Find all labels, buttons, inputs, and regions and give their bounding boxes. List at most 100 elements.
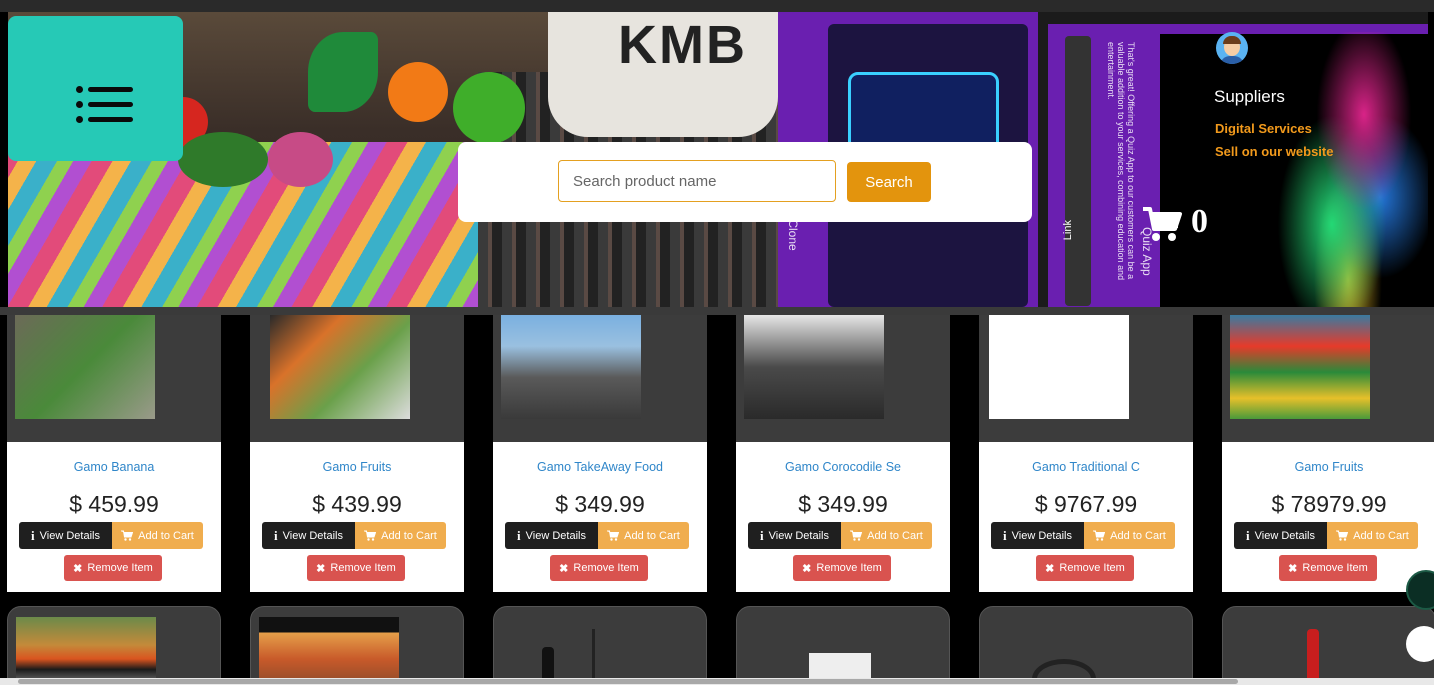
horizontal-scrollbar[interactable] bbox=[0, 678, 1434, 685]
product-image[interactable] bbox=[15, 315, 155, 419]
add-to-cart-button[interactable]: Add to Cart bbox=[355, 522, 446, 549]
helper-widget-icon[interactable] bbox=[1406, 626, 1434, 662]
view-details-button[interactable]: i View Details bbox=[1234, 522, 1327, 549]
remove-item-button[interactable]: ✖ Remove Item bbox=[550, 555, 648, 581]
add-to-cart-button[interactable]: Add to Cart bbox=[1084, 522, 1175, 549]
product-image[interactable] bbox=[1307, 629, 1319, 679]
product-price: $ 78979.99 bbox=[1271, 491, 1387, 517]
close-icon: ✖ bbox=[1288, 562, 1298, 575]
cart-count: 0 bbox=[1191, 203, 1208, 240]
list-icon-dot bbox=[76, 86, 83, 93]
add-to-cart-label: Add to Cart bbox=[381, 529, 437, 542]
product-card[interactable] bbox=[1222, 606, 1434, 685]
apple-image bbox=[453, 72, 525, 144]
remove-item-button[interactable]: ✖ Remove Item bbox=[793, 555, 891, 581]
product-card[interactable]: Gamo Corocodile Se $ 349.99 i View Details A… bbox=[736, 315, 950, 592]
remove-item-button[interactable]: ✖ Remove Item bbox=[1279, 555, 1377, 581]
list-icon-dot bbox=[76, 101, 83, 108]
remove-item-label: Remove Item bbox=[87, 562, 153, 574]
product-card[interactable] bbox=[979, 606, 1193, 685]
product-image[interactable] bbox=[259, 617, 399, 684]
product-card[interactable] bbox=[250, 606, 464, 685]
remove-item-button[interactable]: ✖ Remove Item bbox=[1036, 555, 1134, 581]
orange-image bbox=[388, 62, 448, 122]
remove-item-button[interactable]: ✖ Remove Item bbox=[64, 555, 162, 581]
view-details-button[interactable]: i View Details bbox=[991, 522, 1084, 549]
search-button[interactable]: Search bbox=[847, 162, 931, 202]
search-input[interactable] bbox=[558, 160, 836, 202]
product-card[interactable] bbox=[7, 606, 221, 685]
menu-button[interactable] bbox=[8, 16, 183, 161]
close-icon: ✖ bbox=[73, 562, 83, 575]
add-to-cart-button[interactable]: Add to Cart bbox=[1327, 522, 1418, 549]
product-name[interactable]: Gamo Fruits bbox=[250, 460, 464, 474]
leaf-image bbox=[308, 32, 378, 112]
info-icon: i bbox=[760, 527, 764, 543]
promo-vertical-text-1: That's great! Offering a Quiz App to our… bbox=[1108, 42, 1136, 281]
info-icon: i bbox=[1246, 527, 1250, 543]
cart-button[interactable]: 0 bbox=[1141, 203, 1221, 245]
scrollbar-thumb[interactable] bbox=[18, 679, 1238, 684]
chat-assistant-icon[interactable] bbox=[1406, 570, 1434, 610]
product-name[interactable]: Gamo Traditional C bbox=[979, 460, 1193, 474]
product-name[interactable]: Gamo Banana bbox=[7, 460, 221, 474]
product-card[interactable]: Gamo Fruits $ 78979.99 i View Details Add to… bbox=[1222, 315, 1434, 592]
product-image[interactable] bbox=[1230, 315, 1370, 419]
product-card-image-area bbox=[979, 315, 1193, 442]
remove-item-button[interactable]: ✖ Remove Item bbox=[307, 555, 405, 581]
shopping-cart-icon bbox=[364, 530, 377, 541]
product-card-body: Gamo TakeAway Food $ 349.99 i View Details A… bbox=[493, 442, 707, 592]
product-image[interactable] bbox=[501, 315, 641, 419]
info-icon: i bbox=[517, 527, 521, 543]
promo-vertical-text-3: r Clone bbox=[786, 212, 800, 251]
shopping-cart-icon bbox=[607, 530, 620, 541]
product-card[interactable]: Gamo Banana $ 459.99 i View Details Add to C… bbox=[7, 315, 221, 592]
product-image[interactable] bbox=[989, 315, 1129, 419]
view-details-label: View Details bbox=[39, 529, 100, 542]
cabbage-image bbox=[268, 132, 333, 187]
close-icon: ✖ bbox=[559, 562, 569, 575]
remove-item-label: Remove Item bbox=[573, 562, 639, 574]
sell-on-website-link[interactable]: Sell on our website bbox=[1215, 144, 1333, 159]
view-details-button[interactable]: i View Details bbox=[262, 522, 355, 549]
add-to-cart-button[interactable]: Add to Cart bbox=[841, 522, 932, 549]
product-card-body: Gamo Corocodile Se $ 349.99 i View Details A… bbox=[736, 442, 950, 592]
product-card-body: Gamo Fruits $ 78979.99 i View Details Add to… bbox=[1222, 442, 1434, 592]
add-to-cart-button[interactable]: Add to Cart bbox=[598, 522, 689, 549]
view-details-button[interactable]: i View Details bbox=[748, 522, 841, 549]
broccoli-image bbox=[178, 132, 268, 187]
add-to-cart-label: Add to Cart bbox=[1110, 529, 1166, 542]
product-image[interactable] bbox=[270, 315, 410, 419]
product-card-image-area bbox=[736, 315, 950, 442]
product-card-body: Gamo Traditional C $ 9767.99 i View Details… bbox=[979, 442, 1193, 592]
link-label[interactable]: Link bbox=[1062, 220, 1074, 240]
product-card-image-area bbox=[1222, 315, 1434, 442]
remove-item-label: Remove Item bbox=[1302, 562, 1368, 574]
avatar-icon[interactable] bbox=[1216, 32, 1248, 64]
product-image[interactable] bbox=[16, 617, 156, 684]
remove-item-label: Remove Item bbox=[1059, 562, 1125, 574]
product-name[interactable]: Gamo Fruits bbox=[1222, 460, 1434, 474]
info-icon: i bbox=[1003, 527, 1007, 543]
add-to-cart-label: Add to Cart bbox=[624, 529, 680, 542]
product-price: $ 439.99 bbox=[312, 491, 402, 517]
product-image[interactable] bbox=[744, 315, 884, 419]
product-name[interactable]: Gamo TakeAway Food bbox=[493, 460, 707, 474]
product-image-detail bbox=[592, 629, 595, 679]
product-card-image-area bbox=[250, 315, 464, 442]
view-details-button[interactable]: i View Details bbox=[19, 522, 112, 549]
digital-services-link[interactable]: Digital Services bbox=[1215, 121, 1312, 136]
product-name[interactable]: Gamo Corocodile Se bbox=[736, 460, 950, 474]
product-card[interactable] bbox=[736, 606, 950, 685]
view-details-button[interactable]: i View Details bbox=[505, 522, 598, 549]
shopping-cart-icon bbox=[850, 530, 863, 541]
product-card[interactable]: Gamo TakeAway Food $ 349.99 i View Details A… bbox=[493, 315, 707, 592]
shopping-cart-icon bbox=[1093, 530, 1106, 541]
list-icon-line bbox=[88, 117, 133, 122]
product-card[interactable]: Gamo Fruits $ 439.99 i View Details Add to C… bbox=[250, 315, 464, 592]
view-details-label: View Details bbox=[768, 529, 829, 542]
product-card[interactable] bbox=[493, 606, 707, 685]
product-card[interactable]: Gamo Traditional C $ 9767.99 i View Details… bbox=[979, 315, 1193, 592]
add-to-cart-button[interactable]: Add to Cart bbox=[112, 522, 203, 549]
suppliers-title[interactable]: Suppliers bbox=[1214, 87, 1285, 107]
